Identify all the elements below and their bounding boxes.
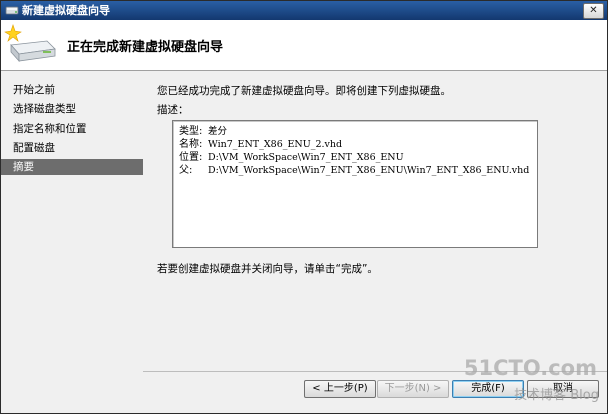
sidebar-item-before-you-begin[interactable]: 开始之前 [1, 82, 143, 98]
wizard-steps-sidebar: 开始之前 选择磁盘类型 指定名称和位置 配置磁盘 摘要 [1, 71, 143, 413]
close-icon: ✕ [589, 5, 598, 16]
close-button[interactable]: ✕ [583, 3, 604, 19]
next-button[interactable]: 下一步(N) > [377, 380, 449, 398]
intro-text: 您已经成功完成了新建虚拟硬盘向导。即将创建下列虚拟硬盘。 [157, 85, 451, 97]
summary-row-parent: 父: D:\VM_WorkSpace\Win7_ENT_X86_ENU\Win7_… [179, 164, 529, 177]
wizard-header: 正在完成新建虚拟硬盘向导 [1, 20, 607, 71]
description-label: 描述： [157, 104, 189, 116]
summary-key: 名称: [179, 139, 203, 150]
summary-value: 差分 [208, 126, 228, 137]
site-watermark: 51CTO.com 技术博客 Blog [464, 354, 608, 412]
finish-instruction: 若要创建虚拟硬盘并关闭向导，请单击“完成”。 [157, 263, 378, 275]
sidebar-item-configure-disk[interactable]: 配置磁盘 [1, 140, 143, 156]
sidebar-item-choose-disk-type[interactable]: 选择磁盘类型 [1, 101, 143, 117]
summary-value: D:\VM_WorkSpace\Win7_ENT_X86_ENU [208, 152, 404, 163]
summary-textbox[interactable]: 类型: 差分 名称: Win7_ENT_X86_ENU_2.vhd 位置: D:\VM… [172, 120, 538, 248]
wizard-window: 新建虚拟硬盘向导 ✕ 正在完成新建虚拟硬盘向导 开始之前 选择磁盘类型 指定名称… [0, 0, 608, 414]
disk-app-icon [5, 6, 19, 15]
watermark-subtext: 技术博客 Blog [514, 388, 599, 403]
summary-key: 父: [179, 165, 193, 176]
summary-row-type: 类型: 差分 [179, 125, 227, 138]
wizard-disk-icon [4, 24, 56, 63]
page-title: 正在完成新建虚拟硬盘向导 [67, 40, 224, 55]
summary-row-name: 名称: Win7_ENT_X86_ENU_2.vhd [179, 138, 342, 151]
summary-panel: 您已经成功完成了新建虚拟硬盘向导。即将创建下列虚拟硬盘。 描述： 类型: 差分 名… [143, 71, 607, 371]
summary-row-location: 位置: D:\VM_WorkSpace\Win7_ENT_X86_ENU [179, 151, 404, 164]
summary-key: 类型: [179, 126, 203, 137]
summary-value: Win7_ENT_X86_ENU_2.vhd [208, 139, 343, 150]
sparkle-icon [4, 24, 22, 42]
summary-key: 位置: [179, 152, 203, 163]
title-bar[interactable]: 新建虚拟硬盘向导 ✕ [1, 1, 607, 20]
previous-button[interactable]: < 上一步(P) [304, 380, 376, 398]
sidebar-item-name-and-location[interactable]: 指定名称和位置 [1, 121, 143, 137]
window-title: 新建虚拟硬盘向导 [22, 4, 110, 17]
watermark-logo-text: 51CTO.com [463, 356, 597, 380]
sidebar-item-summary[interactable]: 摘要 [1, 159, 143, 175]
summary-value: D:\VM_WorkSpace\Win7_ENT_X86_ENU\Win7_EN… [208, 165, 530, 176]
